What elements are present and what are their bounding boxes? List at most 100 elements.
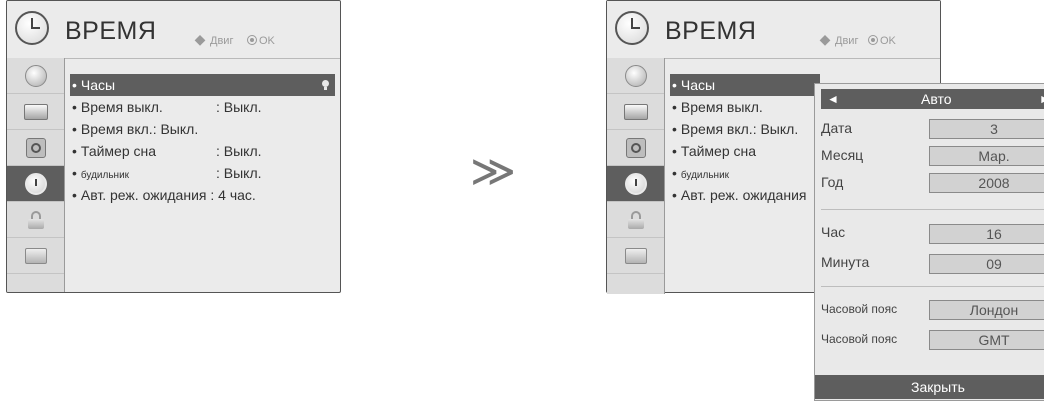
menu-item-sleep-timer[interactable]: • Таймер сна	[670, 140, 820, 162]
sidebar-item-setup[interactable]	[7, 58, 64, 94]
timezone-offset-field[interactable]: GMT	[929, 330, 1044, 350]
sidebar-item-option[interactable]	[607, 238, 664, 274]
bullet: •	[72, 165, 77, 181]
bullet: •	[72, 77, 77, 93]
disc-icon	[24, 64, 47, 87]
ok-button-icon	[868, 35, 878, 45]
menu-item-label: Время выкл.	[680, 99, 763, 115]
sidebar-item-time[interactable]	[607, 166, 664, 202]
panel-header: ВРЕМЯ Двиг OK	[7, 1, 340, 59]
sidebar-item-audio[interactable]	[7, 130, 64, 166]
bullet: •	[72, 121, 77, 137]
bullet: •	[672, 165, 677, 181]
field-label: Час	[821, 224, 846, 240]
menu-item-off-time[interactable]: • Время выкл. : Выкл.	[70, 96, 335, 118]
category-sidebar	[607, 58, 665, 294]
menu-item-clock[interactable]: • Часы	[70, 74, 335, 96]
category-sidebar	[7, 58, 65, 292]
bullet: •	[672, 143, 677, 159]
menu-item-on-time[interactable]: • Время вкл.: Выкл.	[70, 118, 335, 140]
menu-item-label: будильник	[680, 170, 730, 181]
menu-item-clock[interactable]: • Часы	[670, 74, 820, 96]
bullet: •	[72, 187, 77, 203]
bullet: •	[72, 99, 77, 115]
bulb-icon	[322, 80, 329, 90]
clock-icon	[15, 11, 49, 45]
clock-icon	[624, 172, 647, 195]
time-menu-list: • Часы • Время выкл. • Время вкл.: Выкл. • Т…	[670, 74, 820, 206]
field-label: Часовой пояс	[821, 332, 898, 346]
menu-item-label: будильник	[80, 170, 130, 181]
sidebar-item-picture[interactable]	[7, 94, 64, 130]
menu-item-value: : Выкл.	[216, 143, 262, 159]
menu-item-sleep-timer[interactable]: • Таймер сна : Выкл.	[70, 140, 335, 162]
timezone-offset-row: Часовой пояс GMT	[821, 328, 1044, 350]
menu-item-label: Авт. реж. ожидания	[680, 187, 807, 203]
move-arrows-icon	[192, 31, 208, 47]
tv-icon	[623, 103, 648, 120]
year-row: Год 2008	[821, 171, 1044, 193]
menu-item-value: : Выкл.	[216, 99, 262, 115]
clock-settings-popup: ◄ Авто ► Дата 3 Месяц Мар. Год 2008 Час …	[814, 83, 1044, 401]
sidebar-item-audio[interactable]	[607, 130, 664, 166]
time-menu-list: • Часы • Время выкл. : Выкл. • Время вкл.: …	[70, 74, 335, 206]
bullet: •	[72, 143, 77, 159]
divider	[821, 209, 1044, 210]
sidebar-item-lock[interactable]	[7, 202, 64, 238]
bullet: •	[672, 77, 677, 93]
right-arrow-icon[interactable]: ►	[1039, 89, 1044, 109]
hour-field[interactable]: 16	[929, 224, 1044, 244]
field-label: Месяц	[821, 147, 864, 163]
panel-header: ВРЕМЯ Двиг OK	[607, 1, 940, 59]
sidebar-item-option[interactable]	[7, 238, 64, 274]
month-row: Месяц Мар.	[821, 144, 1044, 166]
minute-row: Минута 09	[821, 251, 1044, 274]
menu-item-label: Таймер сна	[680, 143, 757, 159]
sidebar-item-setup[interactable]	[607, 58, 664, 94]
mode-value: Авто	[921, 91, 952, 107]
date-field[interactable]: 3	[929, 119, 1044, 139]
field-label: Год	[821, 174, 844, 190]
disc-icon	[624, 64, 647, 87]
clock-icon	[615, 11, 649, 45]
field-label: Минута	[821, 254, 870, 270]
menu-item-on-time[interactable]: • Время вкл.: Выкл.	[670, 118, 820, 140]
lock-icon	[27, 210, 44, 229]
field-label: Часовой пояс	[821, 302, 898, 316]
page-title: ВРЕМЯ	[65, 17, 157, 45]
left-arrow-icon[interactable]: ◄	[827, 89, 839, 109]
page-title: ВРЕМЯ	[665, 17, 757, 45]
ok-button-icon	[247, 35, 257, 45]
menu-item-off-time[interactable]: • Время выкл.	[670, 96, 820, 118]
minute-field[interactable]: 09	[929, 254, 1044, 274]
timezone-row: Часовой пояс Лондон	[821, 298, 1044, 320]
move-arrows-icon	[817, 31, 833, 47]
sidebar-item-picture[interactable]	[607, 94, 664, 130]
ok-hint: OK	[880, 35, 896, 47]
bullet: •	[672, 99, 677, 115]
lock-icon	[627, 210, 644, 229]
speaker-icon	[25, 137, 46, 158]
menu-item-label: Время выкл.	[80, 99, 163, 115]
menu-item-auto-standby[interactable]: • Авт. реж. ожидания	[670, 184, 820, 206]
speaker-icon	[625, 137, 646, 158]
menu-item-label: Таймер сна	[80, 143, 157, 159]
hour-row: Час 16	[821, 221, 1044, 244]
sidebar-item-time[interactable]	[7, 166, 64, 202]
sidebar-item-lock[interactable]	[607, 202, 664, 238]
menu-item-label: Часы	[680, 77, 716, 93]
ok-hint: OK	[259, 35, 275, 47]
step-arrow: ≫	[470, 147, 517, 196]
menu-item-alarm[interactable]: • будильник	[670, 162, 820, 184]
close-button[interactable]: Закрыть	[815, 375, 1044, 399]
menu-item-alarm[interactable]: • будильник : Выкл.	[70, 162, 335, 184]
menu-item-value: : Выкл.	[216, 165, 262, 181]
month-field[interactable]: Мар.	[929, 146, 1044, 166]
timezone-field[interactable]: Лондон	[929, 300, 1044, 320]
mode-selector[interactable]: ◄ Авто ►	[821, 89, 1044, 109]
move-hint: Двиг	[210, 35, 234, 47]
menu-item-label: Время вкл.: Выкл.	[680, 121, 799, 137]
menu-item-label: Часы	[80, 77, 116, 93]
year-field[interactable]: 2008	[929, 173, 1044, 193]
menu-item-auto-standby[interactable]: • Авт. реж. ожидания : 4 час.	[70, 184, 335, 206]
